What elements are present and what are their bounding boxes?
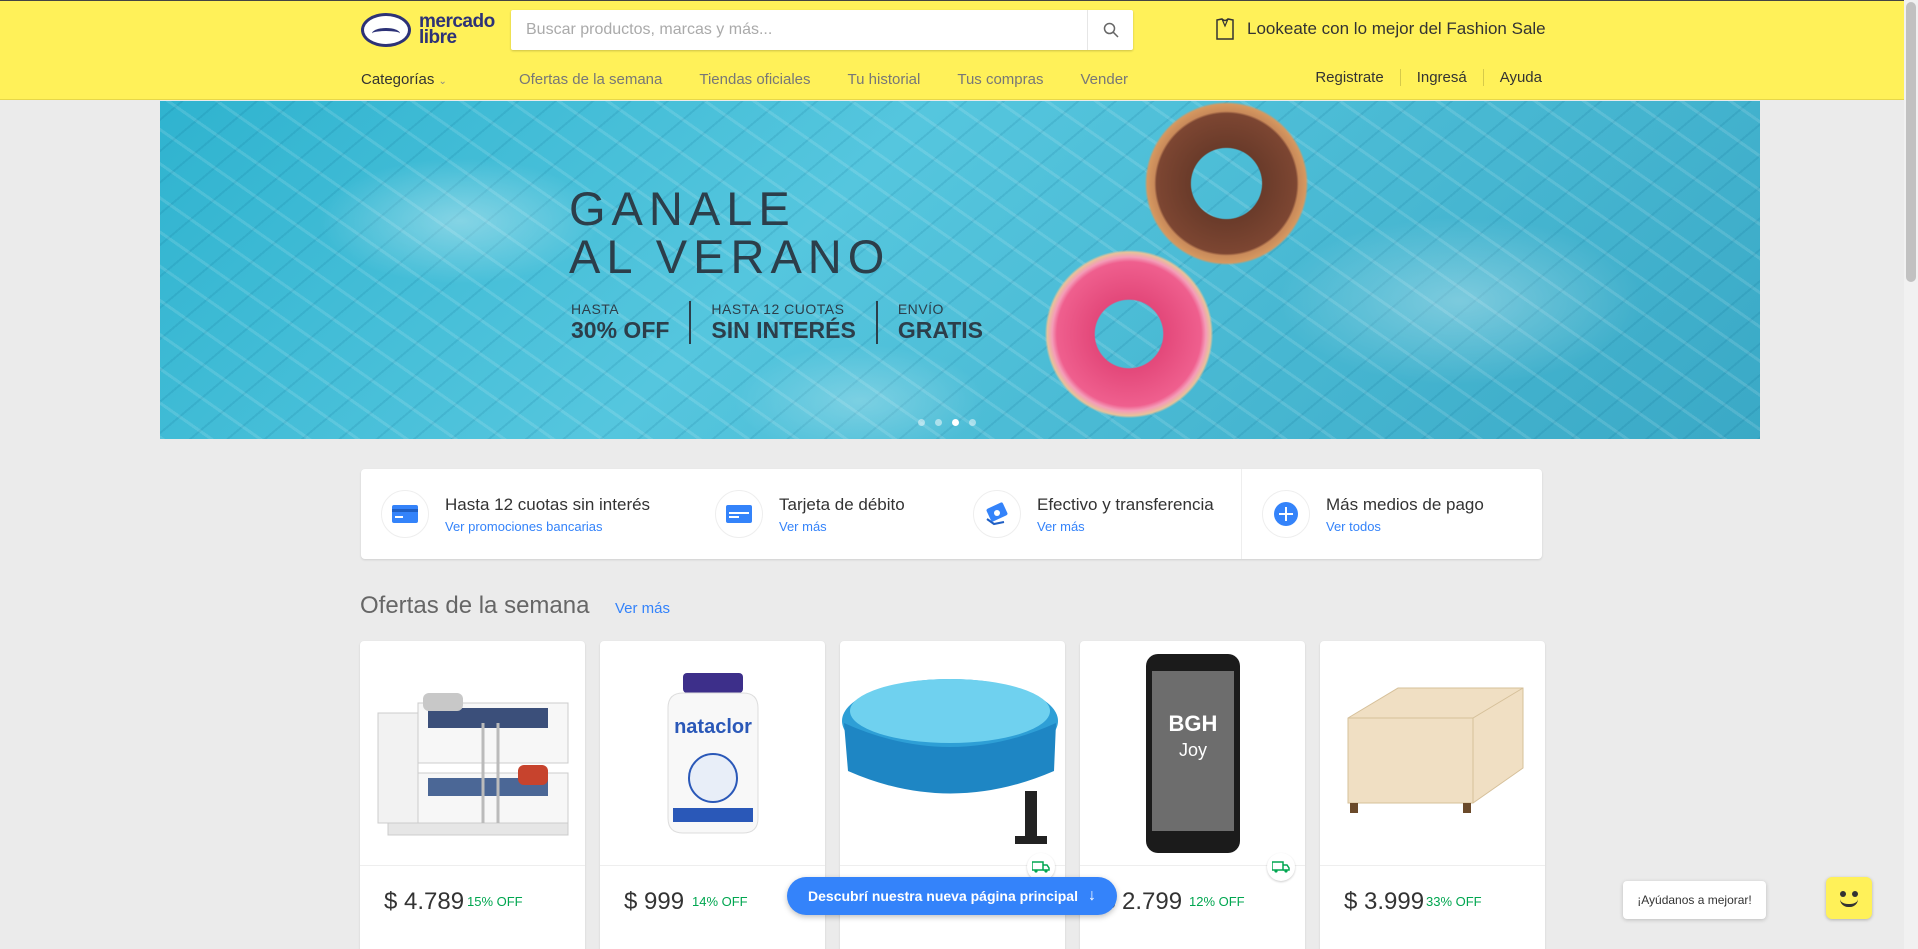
account-nav: Registrate Ingresá Ayuda [1299,69,1542,86]
plus-icon [1262,490,1310,538]
payment-title: Tarjeta de débito [779,494,905,514]
svg-text:nataclor: nataclor [674,716,752,738]
feedback-smiley-button[interactable] [1826,877,1872,919]
offers-see-more-link[interactable]: Ver más [615,600,670,617]
search-button[interactable] [1087,10,1133,50]
svg-text:BGH: BGH [1168,711,1217,736]
hero-offer-top: HASTA [571,301,620,317]
hero-offer: ENVÍO GRATIS [875,301,1003,344]
handshake-icon [361,13,411,47]
scrollbar[interactable] [1904,0,1918,949]
nav-vender[interactable]: Vender [1080,71,1128,88]
truck-icon [1272,861,1290,873]
cash-icon [973,490,1021,538]
search-box [511,10,1133,50]
hero-banner[interactable]: GANALE AL VERANO HASTA 30% OFF HASTA 12 … [160,101,1760,439]
feedback-tooltip[interactable]: ¡Ayúdanos a mejorar! [1623,881,1766,919]
shirt-icon [1216,18,1234,40]
product-price: $ 4.789 [384,888,465,915]
payment-link[interactable]: Ver todos [1326,519,1484,534]
pool-chlorine-image: nataclor [600,641,825,866]
hero-title-line1: GANALE [569,182,796,235]
payment-title: Efectivo y transferencia [1037,494,1214,514]
product-discount: 12% OFF [1189,894,1245,909]
bunk-bed-image [360,641,585,866]
hero-offer-bottom: SIN INTERÉS [711,317,856,343]
carousel-dots [918,419,976,426]
chocolate-donut-float [1144,101,1309,266]
payment-link[interactable]: Ver más [1037,519,1214,534]
product-discount: 14% OFF [692,894,748,909]
inflatable-pool-image [840,641,1065,866]
new-home-button[interactable]: Descubrí nuestra nueva página principal … [787,877,1117,915]
register-link[interactable]: Registrate [1299,69,1399,86]
nav-tiendas[interactable]: Tiendas oficiales [699,71,810,88]
bgh-joy-phone-image: BGH Joy [1080,641,1305,866]
hero-offer-bottom: GRATIS [897,317,984,343]
product-price: $ 3.999 [1344,888,1425,915]
nav-historial[interactable]: Tu historial [848,71,921,88]
payment-installments[interactable]: Hasta 12 cuotas sin interés Ver promocio… [361,469,695,559]
arrow-down-icon: ↓ [1087,887,1096,904]
promo-text: Lookeate con lo mejor del Fashion Sale [1247,19,1546,38]
product-price: $ 999 [624,888,685,915]
product-card[interactable]: $ 4.789 15% OFF [360,641,585,949]
payment-title: Hasta 12 cuotas sin interés [445,494,651,514]
product-card[interactable]: $ 3.999 33% OFF [1320,641,1545,949]
payment-link[interactable]: Ver promociones bancarias [445,519,650,534]
hero-title: GANALE AL VERANO [569,185,890,281]
mercado-libre-logo[interactable]: mercado libre [361,11,501,49]
chevron-down-icon: ⌄ [438,76,447,87]
fashion-sale-promo[interactable]: Lookeate con lo mejor del Fashion Sale [1213,17,1546,41]
hero-offer: HASTA 30% OFF [571,301,689,344]
payment-methods: Hasta 12 cuotas sin interés Ver promocio… [361,469,1542,559]
hero-offer-top: ENVÍO [897,301,944,317]
carousel-dot[interactable] [969,419,976,426]
hero-title-line2: AL VERANO [569,230,891,283]
categories-label: Categorías [361,71,435,88]
payment-more[interactable]: Más medios de pago Ver todos [1241,469,1542,559]
mattress-image [1320,641,1545,866]
nav-compras[interactable]: Tus compras [957,71,1043,88]
free-shipping-badge [1267,853,1295,881]
payment-link[interactable]: Ver más [779,519,905,534]
payment-title: Más medios de pago [1326,494,1484,514]
carousel-dot-active[interactable] [952,419,959,426]
credit-card-icon [381,490,429,538]
hero-offer-top: HASTA 12 CUOTAS [711,301,845,317]
help-link[interactable]: Ayuda [1482,69,1542,86]
carousel-dot[interactable] [918,419,925,426]
carousel-dot[interactable] [935,419,942,426]
svg-text:Joy: Joy [1178,740,1206,760]
payment-debit[interactable]: Tarjeta de débito Ver más [695,469,953,559]
new-home-label: Descubrí nuestra nueva página principal [808,888,1078,904]
categories-menu[interactable]: Categorías ⌄ [361,71,447,88]
search-icon [1103,22,1119,38]
product-discount: 33% OFF [1426,894,1482,909]
smile-icon [1840,899,1858,907]
search-input[interactable] [511,10,1085,50]
main-nav: Categorías ⌄ Ofertas de la semana Tienda… [361,71,1165,88]
scroll-thumb[interactable] [1906,2,1916,282]
hero-offer-bottom: 30% OFF [571,317,670,343]
truck-icon [1032,861,1050,873]
product-discount: 15% OFF [467,894,523,909]
offers-section-title: Ofertas de la semana [360,592,590,619]
login-link[interactable]: Ingresá [1399,69,1483,86]
hero-offers: HASTA 30% OFF HASTA 12 CUOTAS SIN INTERÉ… [571,301,1003,344]
nav-ofertas[interactable]: Ofertas de la semana [519,71,662,88]
site-header: mercadolibre Lookeate con lo mejor del F… [0,0,1918,100]
hero-offer: HASTA 12 CUOTAS SIN INTERÉS [689,301,875,344]
pink-donut-float [1044,249,1214,419]
logo-text: mercado libre [419,11,495,48]
debit-card-icon [715,490,763,538]
payment-cash[interactable]: Efectivo y transferencia Ver más [953,469,1241,559]
